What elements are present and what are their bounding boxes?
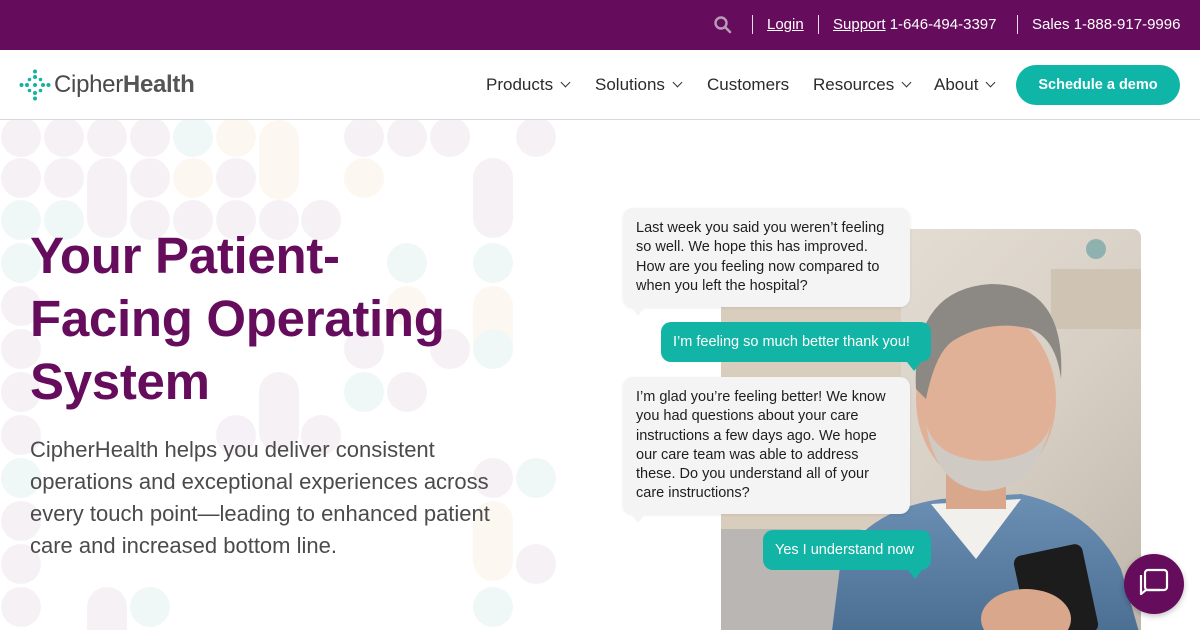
bubble-tail <box>631 307 645 316</box>
bubble-tail <box>631 514 645 523</box>
logo-text-light: Cipher <box>54 71 123 98</box>
schedule-demo-button[interactable]: Schedule a demo <box>1016 65 1180 105</box>
chevron-down-icon <box>901 77 912 88</box>
hero-subtext: CipherHealth helps you deliver consisten… <box>30 437 490 558</box>
bubble-tail <box>908 570 922 579</box>
chat-message-patient: I’m feeling so much better thank you! <box>661 322 931 362</box>
nav-label: Customers <box>707 75 790 94</box>
chat-message-provider: Last week you said you weren’t feeling s… <box>623 208 910 307</box>
support-phone[interactable]: 1-646-494-3397 <box>890 16 997 33</box>
nav-label: Products <box>486 75 554 94</box>
nav-resources[interactable]: Resources <box>813 75 912 95</box>
cross-dots-logo-icon <box>19 69 51 101</box>
nav-products[interactable]: Products <box>486 75 571 95</box>
main-nav: CipherHealth Products Solutions Customer… <box>0 50 1200 120</box>
chevron-down-icon <box>560 77 571 88</box>
nav-label: About <box>934 75 979 94</box>
nav-label: Solutions <box>595 75 665 94</box>
bubble-tail <box>907 362 921 371</box>
search-icon[interactable] <box>713 15 733 35</box>
utility-bar: Login Support 1-646-494-3397 Sales 1-888… <box>0 0 1200 50</box>
chevron-down-icon <box>672 77 683 88</box>
nav-label: Resources <box>813 75 895 94</box>
login-link[interactable]: Login <box>767 16 804 34</box>
support-link[interactable]: Support <box>833 16 886 33</box>
hero-headline: Your Patient- Facing Operating System <box>30 224 500 413</box>
sales-phone[interactable]: Sales 1-888-917-9996 <box>1032 16 1180 34</box>
chat-message-provider: I’m glad you’re feeling better! We know … <box>623 377 910 514</box>
chat-bubble-icon <box>1139 568 1169 596</box>
divider <box>752 15 753 34</box>
chevron-down-icon <box>985 77 996 88</box>
chat-message-patient: Yes I understand now <box>763 530 931 570</box>
nav-solutions[interactable]: Solutions <box>595 75 683 95</box>
divider <box>818 15 819 34</box>
logo-text: CipherHealth <box>54 71 195 99</box>
chat-widget-button[interactable] <box>1124 554 1184 614</box>
headline-line: Your Patient- <box>30 227 340 284</box>
divider <box>1017 15 1018 34</box>
headline-line: Facing Operating <box>30 290 445 347</box>
logo-text-bold: Health <box>122 71 195 98</box>
hero-section: Your Patient- Facing Operating System Ci… <box>0 120 1200 630</box>
headline-line: System <box>30 353 210 410</box>
nav-customers[interactable]: Customers <box>707 75 789 95</box>
nav-about[interactable]: About <box>934 75 996 95</box>
support-contact: Support 1-646-494-3397 <box>833 16 996 34</box>
